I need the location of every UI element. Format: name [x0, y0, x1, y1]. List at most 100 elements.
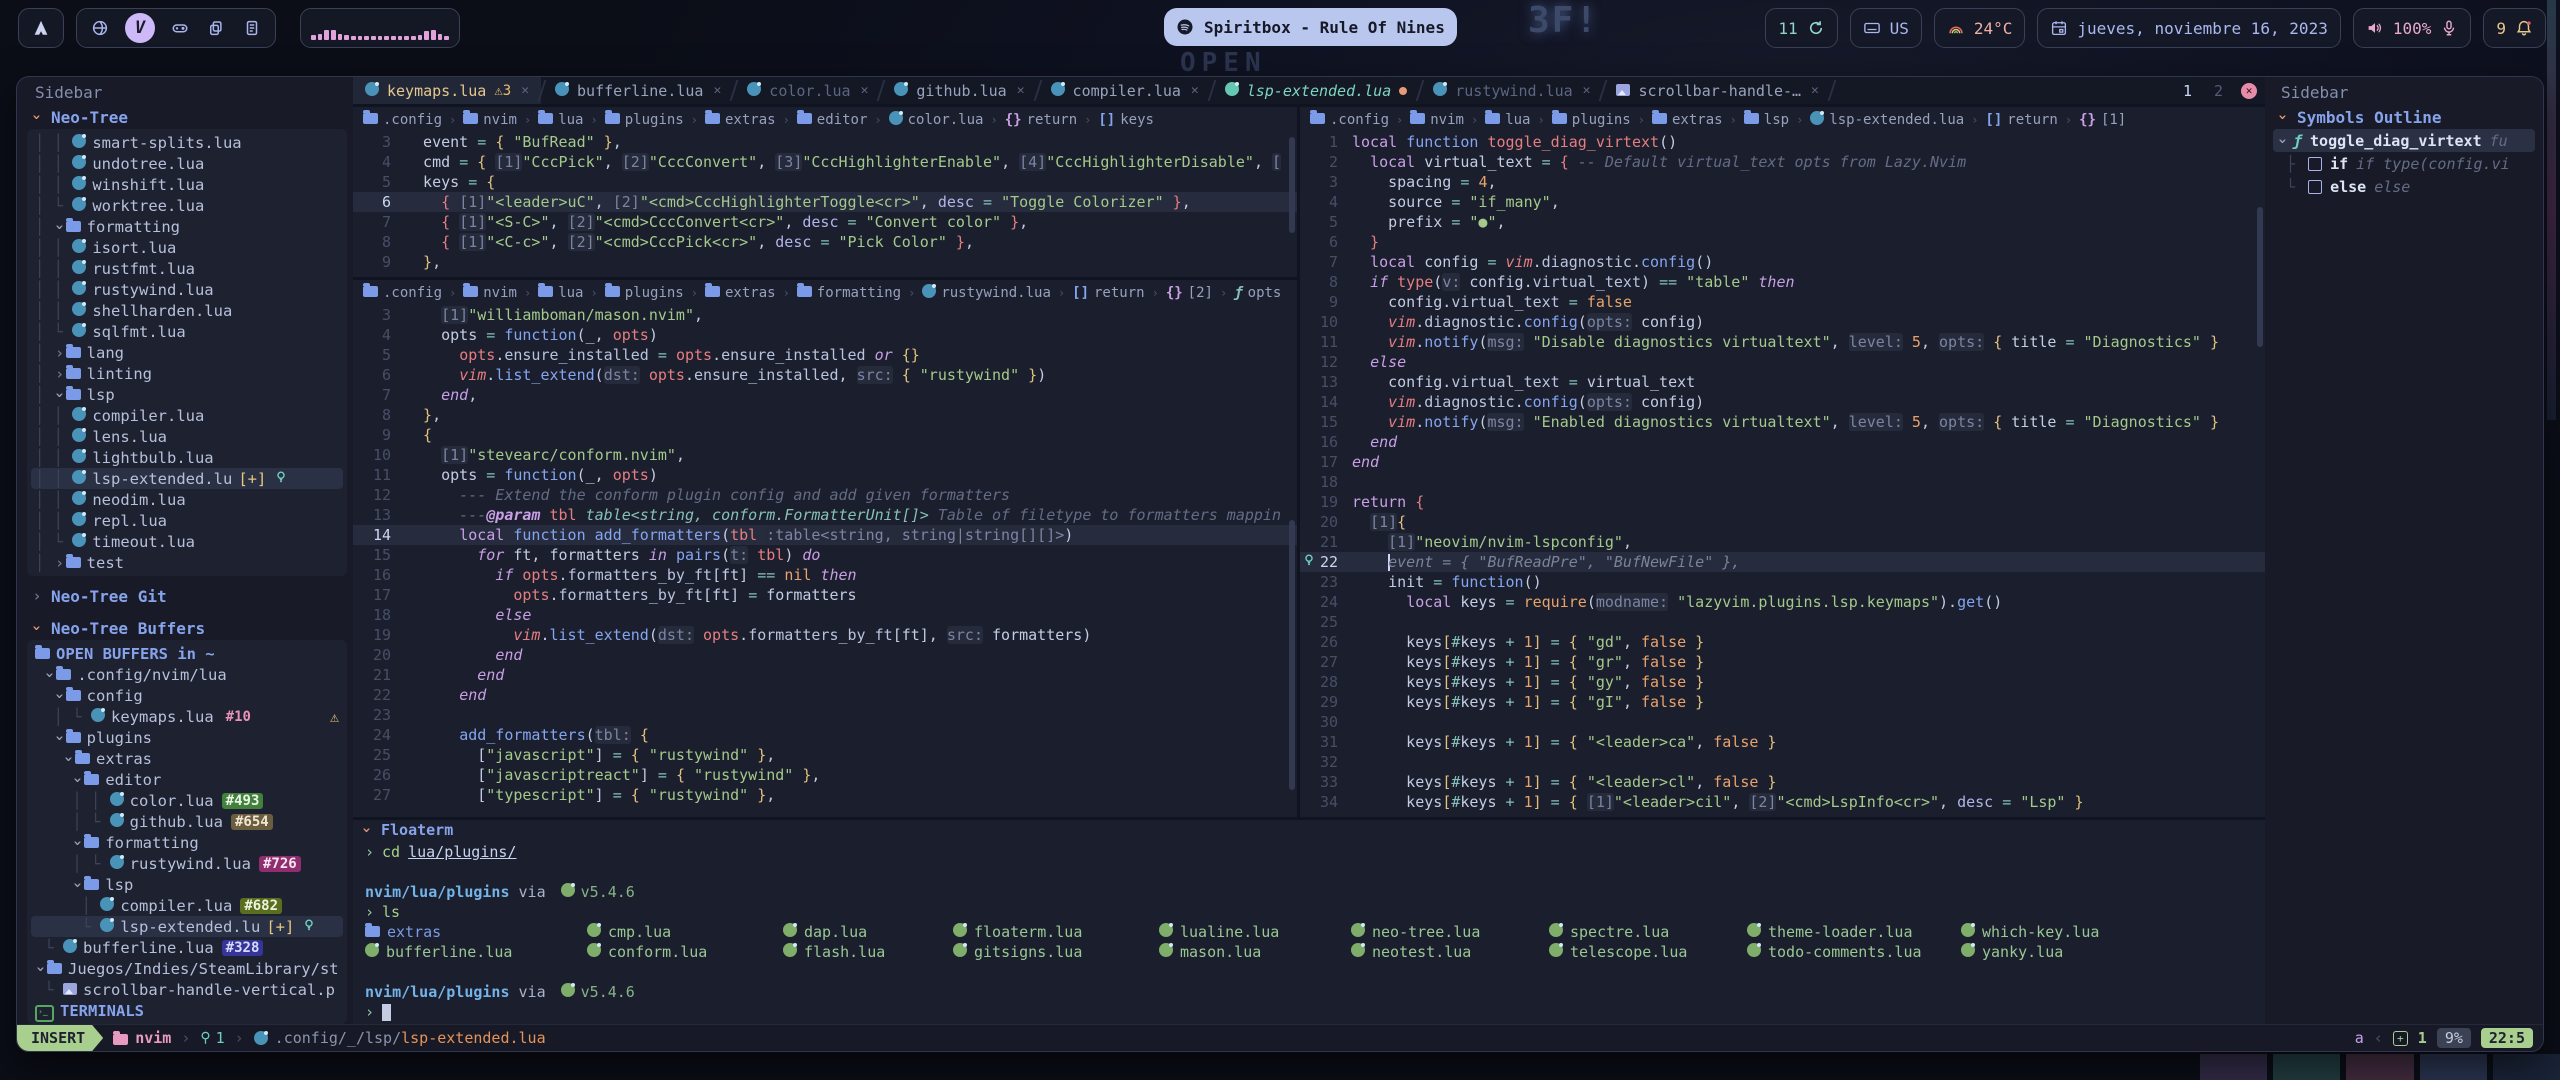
- neotree-buffer-item[interactable]: │ └ rustywind.lua#726: [31, 853, 343, 874]
- tab-close-icon[interactable]: ✕: [521, 83, 529, 98]
- neotree-file-item[interactable]: │ └ sqlfmt.lua: [31, 321, 343, 342]
- breadcrumb-segment[interactable]: {}[2]: [1166, 285, 1213, 301]
- workspace-browser-icon[interactable]: [89, 17, 111, 39]
- breadcrumb-segment[interactable]: {}[1]: [2079, 112, 2126, 128]
- date-widget[interactable]: jueves, noviembre 16, 2023: [2037, 8, 2340, 48]
- floaterm-pane[interactable]: › Floaterm ›cdlua/plugins/nvim/lua/plugi…: [353, 820, 2265, 1024]
- tab-close-icon[interactable]: ✕: [1583, 83, 1591, 98]
- neotree-buffer-item[interactable]: │ └ keymaps.lua#10⚠: [31, 706, 343, 727]
- workspace-gamepad-icon[interactable]: [169, 17, 191, 39]
- workspace-notes-icon[interactable]: [241, 17, 263, 39]
- breadcrumb-segment[interactable]: color.lua: [889, 111, 984, 129]
- neotree-file-item[interactable]: │ └ timeout.lua: [31, 531, 343, 552]
- tab-keymapslua[interactable]: keymaps.lua⚠3✕: [353, 77, 541, 104]
- notifications-widget[interactable]: 9: [2483, 8, 2546, 48]
- tab-close-icon[interactable]: ✕: [1017, 83, 1025, 98]
- updates-widget[interactable]: 11: [1765, 8, 1837, 48]
- file-path[interactable]: .config/_/lsp/lsp-extended.lua: [254, 1029, 546, 1047]
- neotree-buffer-item[interactable]: └ scrollbar-handle-vertical.p: [31, 979, 343, 1000]
- breadcrumb-segment[interactable]: extras: [705, 111, 776, 128]
- neotree-file-item[interactable]: │ └ worktree.lua: [31, 195, 343, 216]
- outline-item[interactable]: ›ƒtoggle_diag_virtextfu: [2273, 129, 2535, 152]
- neotree-file-item[interactable]: │ │ lens.lua: [31, 426, 343, 447]
- breadcrumb-segment[interactable]: []return: [1985, 112, 2057, 128]
- neotree-buffer-item[interactable]: ›editor: [31, 769, 343, 790]
- chevron-right-icon[interactable]: ›: [54, 344, 66, 362]
- tab-close-icon[interactable]: ✕: [1191, 83, 1199, 98]
- chevron-right-icon[interactable]: ›: [54, 365, 66, 383]
- neotree-buffer-item[interactable]: ›extras: [31, 748, 343, 769]
- neotree-buffer-item[interactable]: ›lsp: [31, 874, 343, 895]
- breadcrumb-segment[interactable]: lsp-extended.lua: [1810, 111, 1964, 129]
- breadcrumb-segment[interactable]: lua: [538, 284, 583, 301]
- tabpage-2[interactable]: 2: [2204, 82, 2233, 100]
- neotree-buffer-item[interactable]: │ │ color.lua#493: [31, 790, 343, 811]
- neotree-file-item[interactable]: │ ›lsp: [31, 384, 343, 405]
- chevron-right-icon[interactable]: ›: [54, 554, 66, 572]
- neotree-file-item[interactable]: │ │ repl.lua: [31, 510, 343, 531]
- neotree-buffer-item[interactable]: ›Juegos/Indies/SteamLibrary/st: [31, 958, 343, 979]
- neotree-buffer-item[interactable]: ›formatting: [31, 832, 343, 853]
- neotree-file-item[interactable]: │ │ smart-splits.lua: [31, 132, 343, 153]
- project-indicator[interactable]: nvim: [113, 1029, 171, 1047]
- breadcrumb-segment[interactable]: []keys: [1098, 112, 1154, 128]
- neotree-file-item[interactable]: │ │ rustywind.lua: [31, 279, 343, 300]
- neotree-file-item[interactable]: │ ›test: [31, 552, 343, 573]
- neotree-buffer-item[interactable]: ›.config/nvim/lua: [31, 664, 343, 685]
- breadcrumb-segment[interactable]: rustywind.lua: [922, 284, 1051, 302]
- neotree-buffer-item[interactable]: │ └ github.lua#654: [31, 811, 343, 832]
- breadcrumb-segment[interactable]: plugins: [605, 111, 684, 128]
- breadcrumb-segment[interactable]: formatting: [797, 284, 901, 301]
- neotree-file-item[interactable]: │ │ isort.lua: [31, 237, 343, 258]
- tab-lsp-extendedlua[interactable]: lsp-extended.lua: [1213, 77, 1420, 104]
- neotree-file-item[interactable]: │ │ winshift.lua: [31, 174, 343, 195]
- editor-pane-lsp-extended[interactable]: .config›nvim›lua›plugins›extras›lsp›lsp-…: [1300, 107, 2265, 817]
- breadcrumb-segment[interactable]: extras: [705, 284, 776, 301]
- close-all-button[interactable]: ✕: [2241, 83, 2257, 99]
- neotree-buffer-item[interactable]: └ bufferline.lua#328: [31, 937, 343, 958]
- outline-item[interactable]: └ elseelse: [2273, 175, 2535, 198]
- tab-scrollbar-handle-[interactable]: scrollbar-handle-…✕: [1604, 77, 1830, 104]
- tab-bufferlinelua[interactable]: bufferline.lua✕: [543, 77, 733, 104]
- weather-widget[interactable]: 24°C: [1934, 8, 2026, 48]
- neotree-file-item[interactable]: │ │ undotree.lua: [31, 153, 343, 174]
- neotree-file-item[interactable]: │ ›linting: [31, 363, 343, 384]
- neotree-file-item[interactable]: │ │ lsp-extended.lu[+]: [31, 468, 343, 489]
- code-area[interactable]: 3 event = { "BufRead" },4 cmd = { [1]"Cc…: [353, 132, 1297, 272]
- breadcrumb-segment[interactable]: .config: [363, 284, 442, 301]
- keyboard-layout-widget[interactable]: US: [1850, 8, 1922, 48]
- breadcrumb-segment[interactable]: nvim: [463, 284, 517, 301]
- neotree-file-item[interactable]: │ │ lightbulb.lua: [31, 447, 343, 468]
- scrollbar-handle[interactable]: [2257, 207, 2263, 347]
- tab-close-icon[interactable]: ✕: [713, 83, 721, 98]
- scrollbar-handle[interactable]: [1289, 520, 1295, 790]
- symbols-outline-header[interactable]: › Symbols Outline: [2273, 105, 2535, 129]
- tab-colorlua[interactable]: color.lua✕: [735, 77, 880, 104]
- breadcrumb-segment[interactable]: plugins: [1552, 111, 1631, 128]
- neotree-file-item[interactable]: │ │ shellharden.lua: [31, 300, 343, 321]
- workspace-files-icon[interactable]: [205, 17, 227, 39]
- breadcrumb-segment[interactable]: nvim: [463, 111, 517, 128]
- outline-item[interactable]: ├ ifif type(config.vi: [2273, 152, 2535, 175]
- tab-close-icon[interactable]: ✕: [1811, 83, 1819, 98]
- code-area[interactable]: 3 [1]"williamboman/mason.nvim",4 opts = …: [353, 305, 1297, 805]
- now-playing-widget[interactable]: Spiritbox - Rule Of Nines: [1164, 8, 1457, 46]
- launcher-button[interactable]: [18, 8, 64, 48]
- editor-pane-rustywind[interactable]: .config›nvim›lua›plugins›extras›formatti…: [353, 280, 1297, 817]
- editor-pane-color[interactable]: .config›nvim›lua›plugins›extras›editor›c…: [353, 107, 1297, 277]
- neotree-buffer-item[interactable]: └ lsp-extended.lu[+]: [31, 916, 343, 937]
- tab-githublua[interactable]: github.lua✕: [882, 77, 1036, 104]
- audio-widget[interactable]: 100%: [2353, 8, 2472, 48]
- floaterm-header[interactable]: › Floaterm: [353, 820, 2265, 840]
- neotree-buffer-item[interactable]: │ compiler.lua#682: [31, 895, 343, 916]
- breadcrumb-segment[interactable]: editor: [797, 111, 868, 128]
- breadcrumb-segment[interactable]: extras: [1652, 111, 1723, 128]
- breadcrumb-segment[interactable]: lsp: [1744, 111, 1789, 128]
- breadcrumb-segment[interactable]: plugins: [605, 284, 684, 301]
- breadcrumb-segment[interactable]: []return: [1072, 285, 1144, 301]
- tab-close-icon[interactable]: ✕: [861, 83, 869, 98]
- neotree-file-item[interactable]: │ │ rustfmt.lua: [31, 258, 343, 279]
- neotree-buffer-item[interactable]: ›_TERMINALS: [31, 1000, 343, 1021]
- workspace-vim-icon[interactable]: V: [125, 13, 155, 43]
- neotree-buffer-item[interactable]: OPEN BUFFERS in ~: [31, 643, 343, 664]
